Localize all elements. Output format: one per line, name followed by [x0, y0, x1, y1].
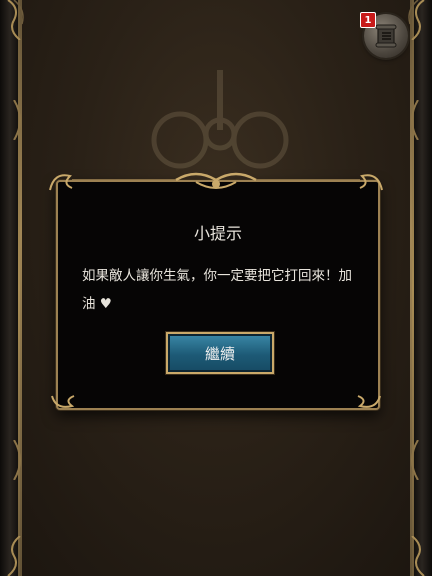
menu-notification-badge: 1: [360, 12, 376, 28]
crest-watermark-icon: [151, 70, 289, 169]
right-border-column: [412, 0, 432, 576]
dialog-message: 如果敵人讓你生氣，你一定要把它打回來！加油 ♥: [82, 268, 352, 312]
dialog-bottom-ornament-icon: [51, 395, 381, 408]
side-ornament-icon: [13, 100, 21, 140]
corner-ornament-icon: [7, 536, 21, 576]
list-scroll-icon: [375, 24, 397, 48]
side-ornament-icon: [13, 440, 21, 480]
left-border-column: [0, 0, 20, 576]
dialog-top-ornament-icon: [49, 172, 383, 191]
left-frame-line: [20, 0, 22, 576]
corner-ornament-icon: [7, 0, 24, 40]
dialog-title: 小提示: [193, 224, 242, 243]
side-ornament-icon: [411, 440, 419, 480]
hint-dialog: 小提示 如果敵人讓你生氣，你一定要把它打回來！加油 ♥ 繼續: [56, 180, 380, 410]
continue-button[interactable]: 繼續: [166, 332, 274, 374]
corner-ornament-icon: [411, 536, 425, 576]
right-frame-line: [410, 0, 412, 576]
side-ornament-icon: [411, 100, 419, 140]
